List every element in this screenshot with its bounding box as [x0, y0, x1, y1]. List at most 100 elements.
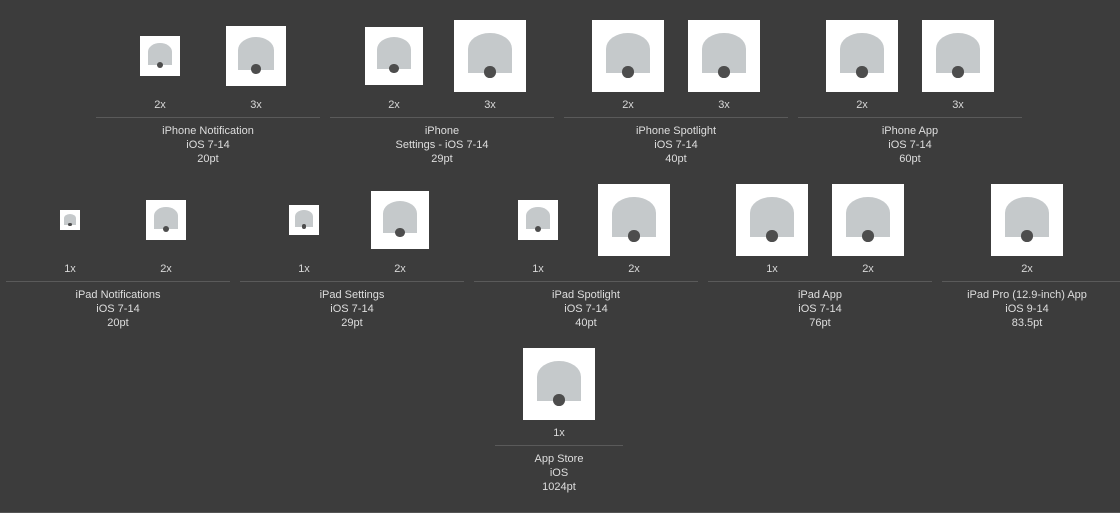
- icon-slot-ipad-pro-app-2x[interactable]: [991, 184, 1063, 256]
- group-title: iPad Notifications: [75, 289, 161, 301]
- icon-slot-ipad-notifications-1x[interactable]: [60, 210, 80, 230]
- bell-clapper: [952, 66, 964, 78]
- group-os-range: iOS 7-14: [798, 303, 842, 315]
- icon-slot-iphone-notification-3x[interactable]: [226, 26, 286, 86]
- scale-label: 3x: [484, 99, 496, 111]
- group-point-size: 40pt: [575, 317, 597, 329]
- group-title: iPad Settings: [319, 289, 385, 301]
- scale-label: 2x: [856, 99, 868, 111]
- group-label: iPhone App iOS 7-14 60pt: [800, 124, 1020, 166]
- group-os-range: Settings - iOS 7-14: [395, 139, 489, 151]
- group-title: iPhone Spotlight: [635, 125, 717, 137]
- scale-label: 2x: [1021, 263, 1033, 275]
- group-title: iPhone App: [881, 125, 939, 137]
- group-point-size: 1024pt: [542, 481, 576, 493]
- group-divider: [564, 117, 788, 118]
- icon-slot-iphone-app-2x[interactable]: [826, 20, 898, 92]
- bell-clapper: [68, 222, 72, 226]
- bell-clapper: [628, 230, 640, 242]
- icon-slot-iphone-settings-2x[interactable]: [365, 27, 423, 85]
- group-title: iPad Pro (12.9-inch) App: [967, 289, 1087, 301]
- group-title: iPhone: [424, 125, 460, 137]
- group-title: iPhone Notification: [162, 125, 254, 137]
- scale-label: 2x: [628, 263, 640, 275]
- scale-label: 1x: [766, 263, 778, 275]
- group-label: iPad Pro (12.9-inch) App iOS 9-14 83.5pt: [917, 288, 1120, 330]
- icon-slot-ipad-spotlight-1x[interactable]: [518, 200, 558, 240]
- icon-slot-iphone-notification-2x[interactable]: [140, 36, 180, 76]
- scale-label: 2x: [154, 99, 166, 111]
- bell-clapper: [301, 224, 307, 229]
- scale-label: 3x: [718, 99, 730, 111]
- icon-slot-ipad-spotlight-2x[interactable]: [598, 184, 670, 256]
- bell-clapper: [862, 230, 874, 242]
- icon-slot-ipad-app-2x[interactable]: [832, 184, 904, 256]
- group-point-size: 29pt: [341, 317, 363, 329]
- bell-clapper: [484, 66, 496, 78]
- group-point-size: 29pt: [431, 153, 453, 165]
- group-label: iPhone Spotlight iOS 7-14 40pt: [566, 124, 786, 166]
- group-point-size: 40pt: [665, 153, 687, 165]
- group-label: iPhone Settings - iOS 7-14 29pt: [332, 124, 552, 166]
- bell-clapper: [856, 66, 868, 78]
- group-os-range: iOS 7-14: [888, 139, 932, 151]
- group-title: iPad App: [797, 289, 843, 301]
- group-os-range: iOS 7-14: [654, 139, 698, 151]
- group-divider: [330, 117, 554, 118]
- scale-label: 3x: [250, 99, 262, 111]
- group-label: iPad Spotlight iOS 7-14 40pt: [476, 288, 696, 330]
- group-title: App Store: [534, 453, 584, 465]
- group-os-range: iOS 7-14: [330, 303, 374, 315]
- group-os-range: iOS 7-14: [564, 303, 608, 315]
- group-label: iPad Notifications iOS 7-14 20pt: [8, 288, 228, 330]
- scale-label: 1x: [64, 263, 76, 275]
- group-divider: [942, 281, 1120, 282]
- bell-clapper: [1021, 230, 1033, 242]
- group-point-size: 20pt: [197, 153, 219, 165]
- group-os-range: iOS 7-14: [96, 303, 140, 315]
- icon-slot-app-store-1x[interactable]: [523, 348, 595, 420]
- group-point-size: 83.5pt: [1011, 317, 1043, 329]
- icon-slot-iphone-settings-3x[interactable]: [454, 20, 526, 92]
- bell-clapper: [553, 394, 565, 406]
- icon-slot-iphone-app-3x[interactable]: [922, 20, 994, 92]
- icon-slot-ipad-notifications-2x[interactable]: [146, 200, 186, 240]
- icon-slot-ipad-app-1x[interactable]: [736, 184, 808, 256]
- group-divider: [96, 117, 320, 118]
- group-divider: [708, 281, 932, 282]
- bell-clapper: [251, 64, 261, 74]
- scale-label: 1x: [532, 263, 544, 275]
- group-divider: [240, 281, 464, 282]
- bell-clapper: [622, 66, 634, 78]
- icon-slot-iphone-spotlight-3x[interactable]: [688, 20, 760, 92]
- group-divider: [6, 281, 230, 282]
- group-point-size: 60pt: [899, 153, 921, 165]
- scale-label: 2x: [622, 99, 634, 111]
- bell-clapper: [534, 225, 542, 232]
- group-divider: [798, 117, 1022, 118]
- group-label: App Store iOS 1024pt: [449, 452, 669, 494]
- group-divider: [474, 281, 698, 282]
- scale-label: 2x: [862, 263, 874, 275]
- scale-label: 1x: [553, 427, 565, 439]
- bell-clapper: [395, 228, 405, 238]
- group-divider: [495, 445, 623, 446]
- bell-clapper: [156, 61, 164, 68]
- bell-clapper: [389, 64, 399, 74]
- group-point-size: 76pt: [809, 317, 831, 329]
- appicon-set-editor: { "groups": [ {"id": "iphone-notificatio…: [0, 0, 1120, 513]
- icon-slot-ipad-settings-2x[interactable]: [371, 191, 429, 249]
- bell-clapper: [162, 225, 170, 232]
- scale-label: 2x: [388, 99, 400, 111]
- bell-clapper: [766, 230, 778, 242]
- icon-slot-iphone-spotlight-2x[interactable]: [592, 20, 664, 92]
- group-os-range: iOS: [549, 467, 569, 479]
- group-os-range: iOS 9-14: [1005, 303, 1049, 315]
- group-os-range: iOS 7-14: [186, 139, 230, 151]
- scale-label: 2x: [160, 263, 172, 275]
- group-title: iPad Spotlight: [552, 289, 620, 301]
- bell-clapper: [718, 66, 730, 78]
- scale-label: 3x: [952, 99, 964, 111]
- group-label: iPad App iOS 7-14 76pt: [710, 288, 930, 330]
- icon-slot-ipad-settings-1x[interactable]: [289, 205, 319, 235]
